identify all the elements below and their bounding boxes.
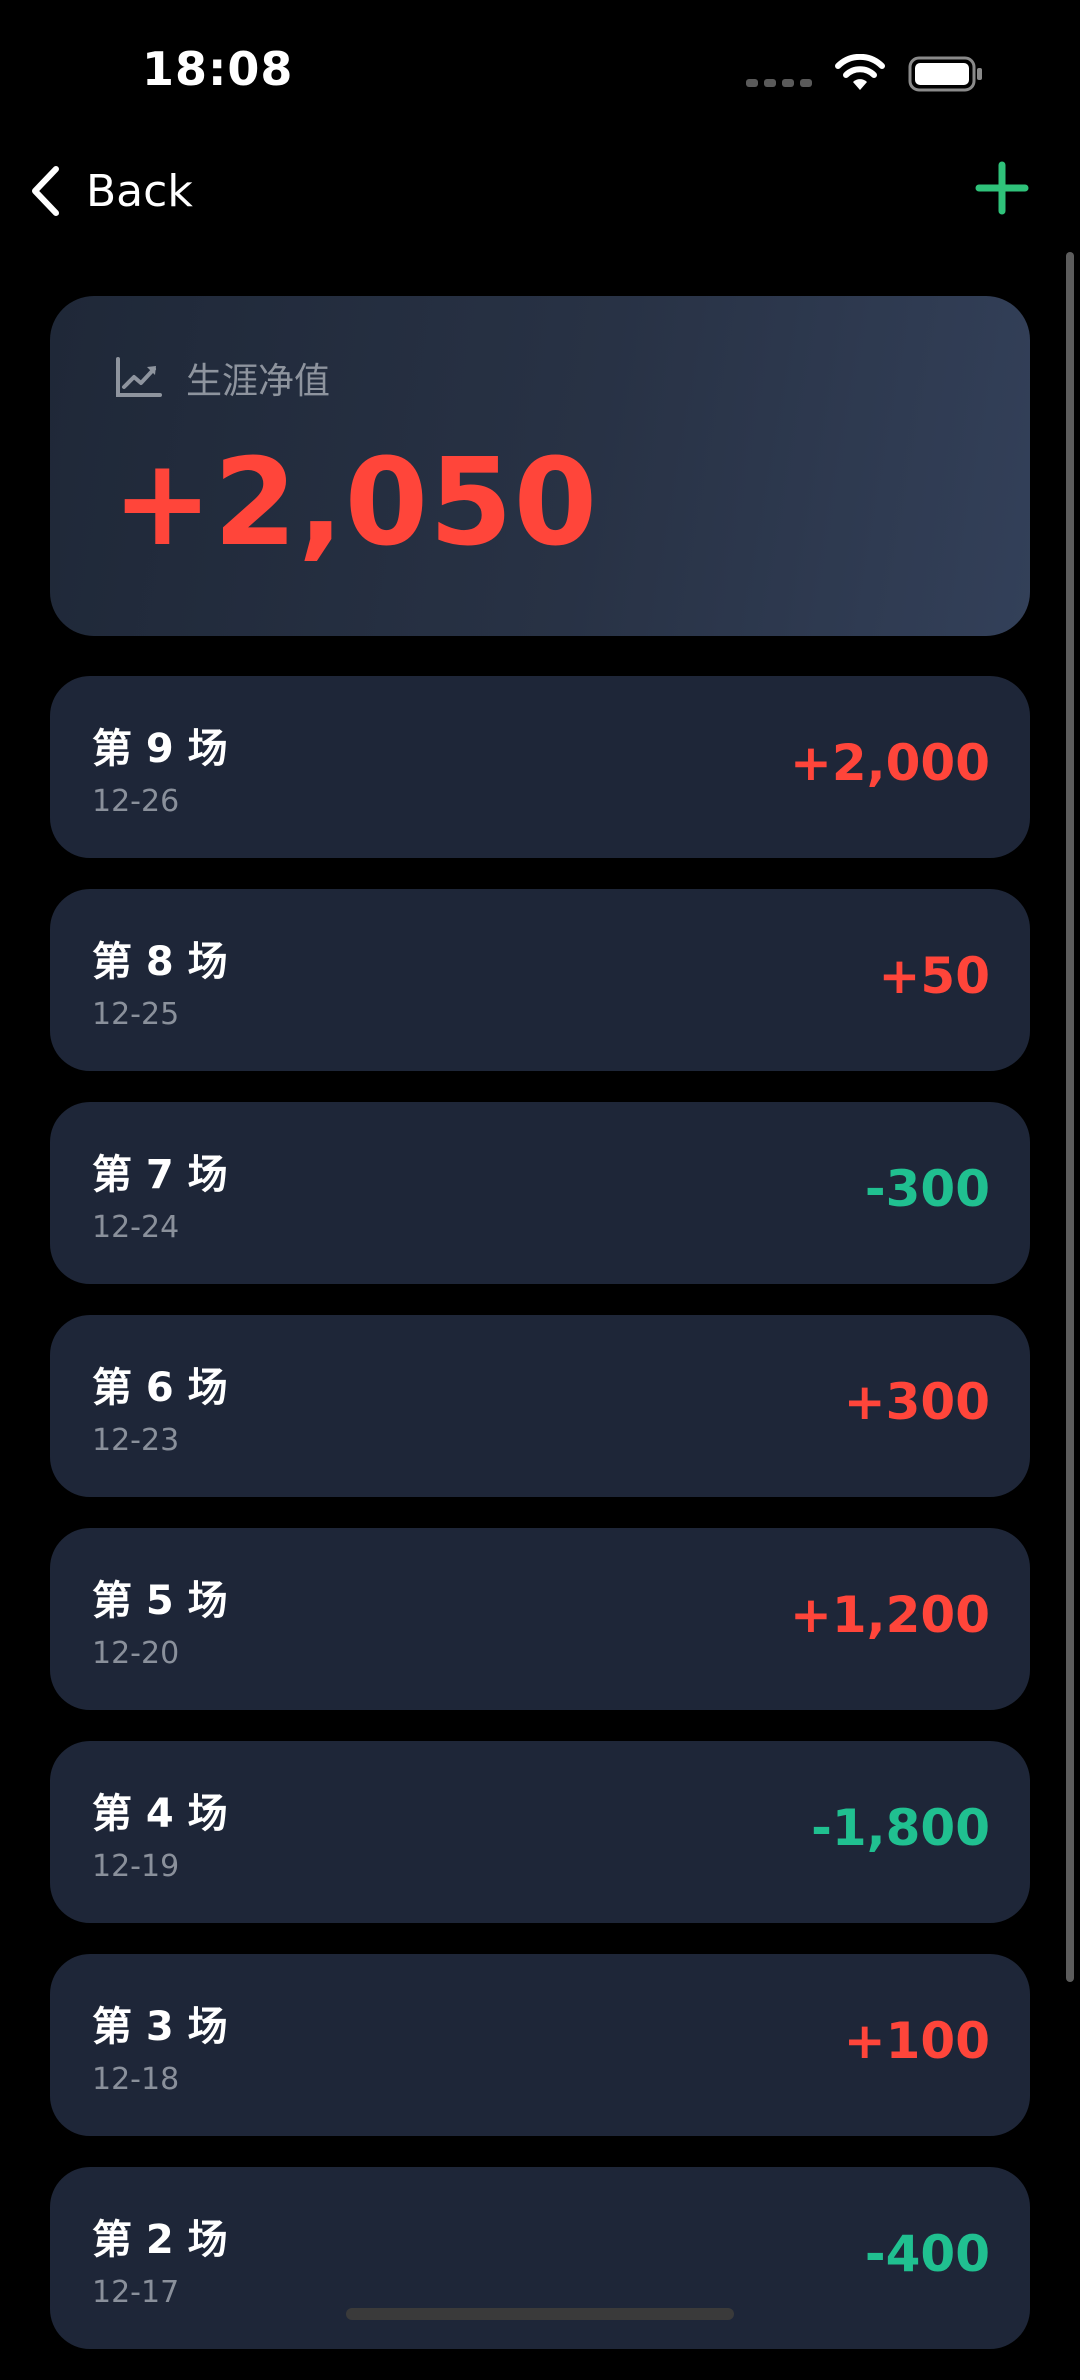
session-row[interactable]: 第 8 场 12-25 +50 <box>50 889 1030 1071</box>
session-amount: +1,200 <box>789 1586 990 1644</box>
session-title: 第 5 场 <box>92 1578 228 1624</box>
session-title: 第 9 场 <box>92 726 228 772</box>
session-amount: +2,000 <box>789 734 990 792</box>
session-amount: -1,800 <box>811 1799 990 1857</box>
session-date: 12-23 <box>92 1423 180 1458</box>
back-button[interactable]: Back <box>30 156 193 226</box>
session-title: 第 3 场 <box>92 2004 228 2050</box>
session-title: 第 7 场 <box>92 1152 228 1198</box>
session-title: 第 4 场 <box>92 1791 228 1837</box>
session-amount: -400 <box>864 2225 990 2283</box>
session-row[interactable]: 第 3 场 12-18 +100 <box>50 1954 1030 2136</box>
back-label: Back <box>86 165 193 217</box>
plus-icon[interactable] <box>974 160 1030 216</box>
scrollbar[interactable] <box>1066 252 1074 1982</box>
session-row[interactable]: 第 6 场 12-23 +300 <box>50 1315 1030 1497</box>
session-date: 12-25 <box>92 997 180 1032</box>
navigation-bar: Back <box>0 150 1080 230</box>
session-title: 第 2 场 <box>92 2217 228 2263</box>
career-net-card: 生涯净值 +2,050 <box>50 296 1030 636</box>
summary-label: 生涯净值 <box>186 361 331 402</box>
line-chart-icon <box>116 357 162 397</box>
session-row[interactable]: 第 9 场 12-26 +2,000 <box>50 676 1030 858</box>
chevron-left-icon <box>32 166 59 216</box>
session-title: 第 6 场 <box>92 1365 228 1411</box>
summary-header: 生涯净值 <box>114 352 330 404</box>
wifi-icon <box>835 54 885 90</box>
session-row[interactable]: 第 4 场 12-19 -1,800 <box>50 1741 1030 1923</box>
session-date: 12-19 <box>92 1849 180 1884</box>
status-bar: 18:08 <box>0 0 1080 140</box>
career-net-value: +2,050 <box>112 434 599 573</box>
session-date: 12-20 <box>92 1636 180 1671</box>
status-time: 18:08 <box>142 42 294 96</box>
session-date: 12-24 <box>92 1210 180 1245</box>
session-list: 第 9 场 12-26 +2,000 第 8 场 12-25 +50 第 7 场… <box>50 676 1030 2380</box>
session-date: 12-18 <box>92 2062 180 2097</box>
battery-icon <box>908 56 982 92</box>
session-amount: +100 <box>843 2012 990 2070</box>
signal-icon <box>746 79 812 87</box>
session-date: 12-26 <box>92 784 180 819</box>
session-row[interactable]: 第 5 场 12-20 +1,200 <box>50 1528 1030 1710</box>
status-icons <box>746 54 984 94</box>
session-amount: +300 <box>843 1373 990 1431</box>
home-indicator[interactable] <box>346 2308 734 2320</box>
session-title: 第 8 场 <box>92 939 228 985</box>
session-amount: -300 <box>864 1160 990 1218</box>
session-date: 12-17 <box>92 2275 180 2310</box>
session-row[interactable]: 第 2 场 12-17 -400 <box>50 2167 1030 2349</box>
session-amount: +50 <box>878 947 990 1005</box>
session-row[interactable]: 第 7 场 12-24 -300 <box>50 1102 1030 1284</box>
